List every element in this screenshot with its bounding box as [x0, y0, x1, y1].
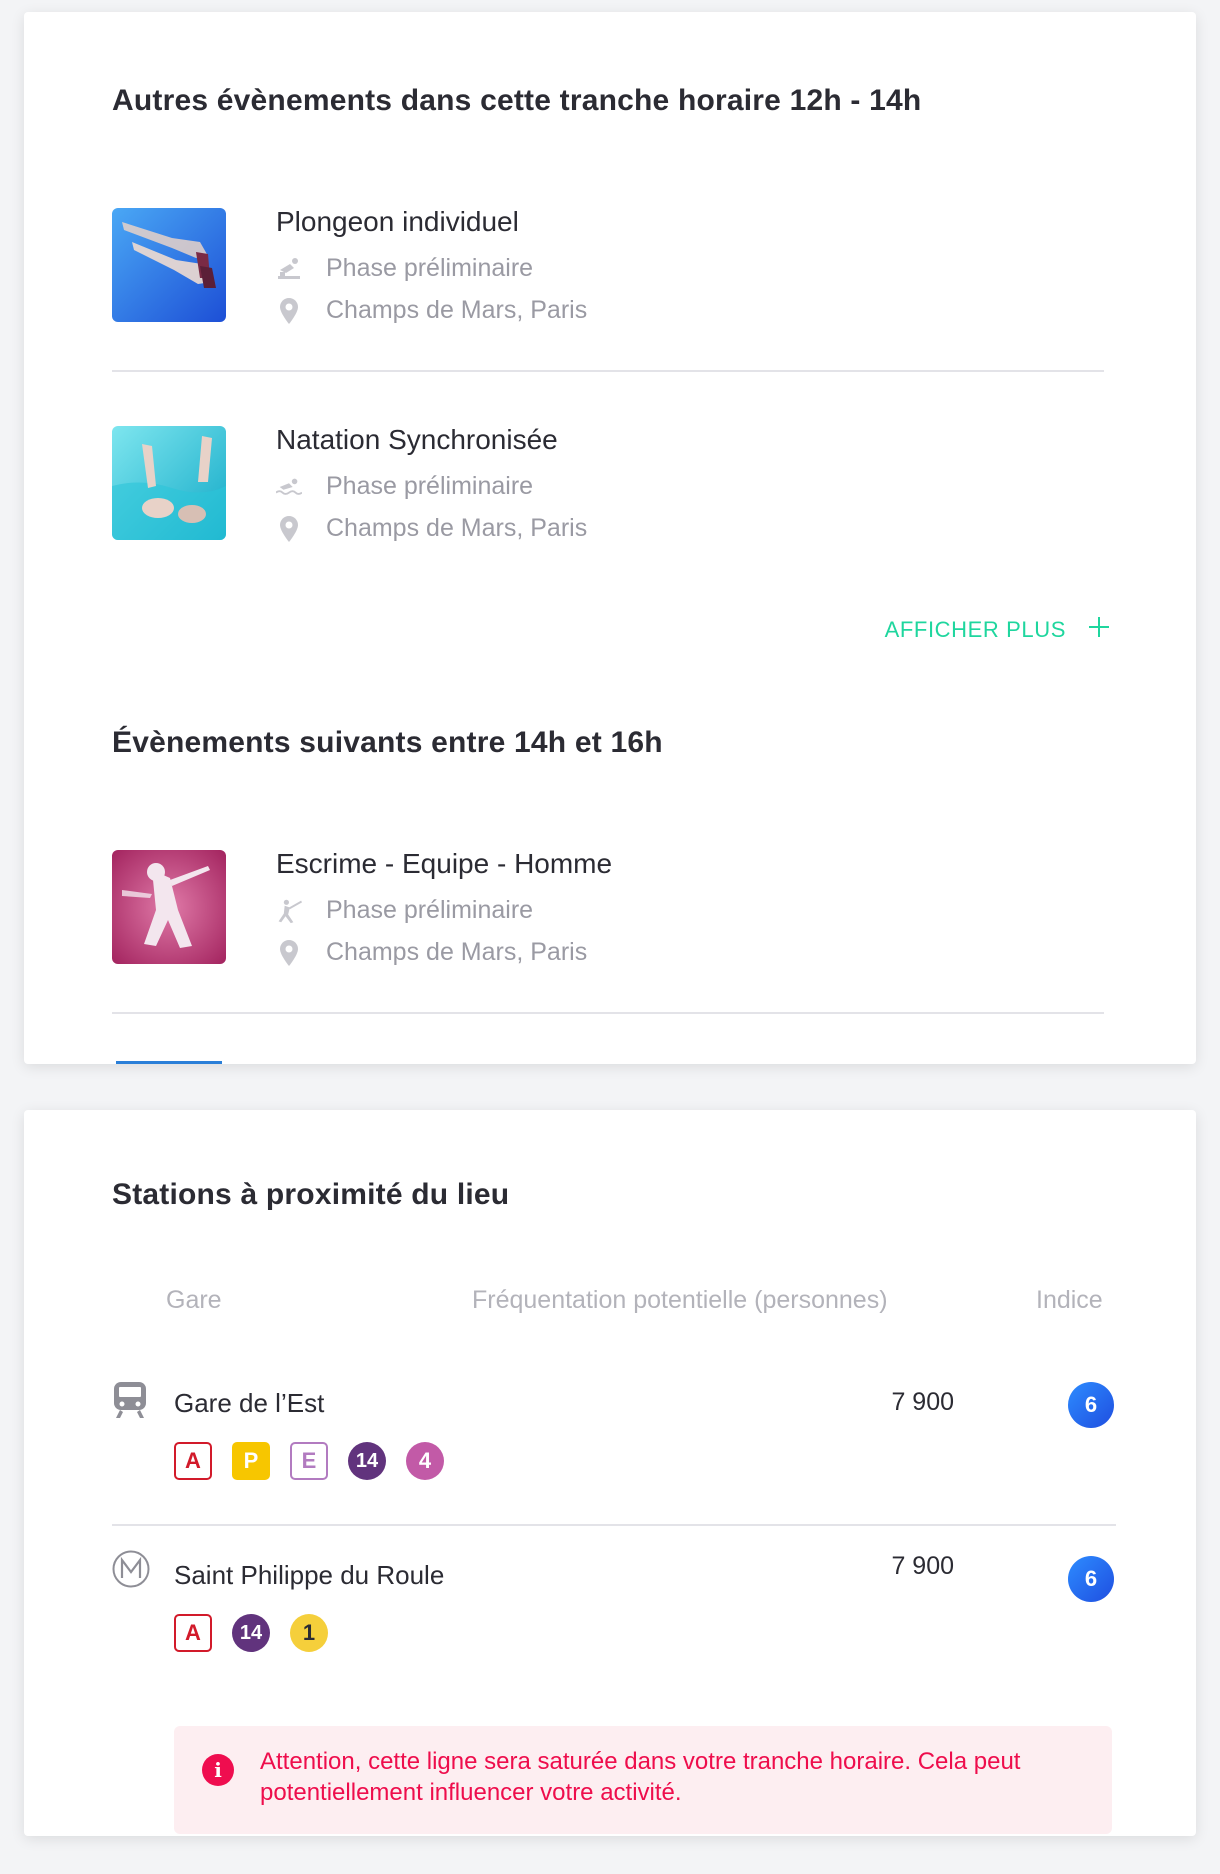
- line-badge-rer-e: E: [290, 1442, 328, 1480]
- station-lines: A 14 1: [174, 1614, 328, 1652]
- location-pin-icon: [276, 939, 302, 967]
- column-header-index: Indice: [1036, 1286, 1103, 1314]
- event-thumbnail-synchronized-swimming: [112, 426, 226, 540]
- swimming-icon: [276, 473, 302, 501]
- show-more-label: AFFICHER PLUS: [884, 616, 1066, 642]
- line-badge-metro-14: 14: [348, 1442, 386, 1480]
- line-badge-metro-14: 14: [232, 1614, 270, 1652]
- line-badge-rer-a: A: [174, 1614, 212, 1652]
- saturation-alert: i Attention, cette ligne sera saturée da…: [174, 1726, 1112, 1834]
- station-attendance: 7 900: [891, 1552, 954, 1580]
- train-icon: [112, 1380, 148, 1425]
- event-location: Champs de Mars, Paris: [276, 938, 587, 967]
- event-item[interactable]: Plongeon individuel Phase préliminaire C…: [112, 206, 1102, 328]
- event-item[interactable]: Escrime - Equipe - Homme Phase prélimina…: [112, 848, 1102, 970]
- event-phase: Phase préliminaire: [276, 254, 533, 283]
- station-name: Gare de l’Est: [174, 1388, 325, 1418]
- event-thumbnail-diving: [112, 208, 226, 322]
- line-badge-transilien-p: P: [232, 1442, 270, 1480]
- event-location: Champs de Mars, Paris: [276, 296, 587, 325]
- fencing-icon: [276, 897, 302, 925]
- section-title-current-slot: Autres évènements dans cette tranche hor…: [112, 84, 922, 117]
- line-badge-metro-1: 1: [290, 1614, 328, 1652]
- info-alert-icon: i: [202, 1754, 234, 1786]
- divider: [112, 370, 1104, 372]
- station-attendance: 7 900: [891, 1388, 954, 1416]
- location-pin-icon: [276, 515, 302, 543]
- event-phase: Phase préliminaire: [276, 472, 533, 501]
- station-lines: A P E 14 4: [174, 1442, 444, 1480]
- events-card: Autres évènements dans cette tranche hor…: [24, 12, 1196, 1064]
- event-phase: Phase préliminaire: [276, 896, 533, 925]
- line-badge-metro-4: 4: [406, 1442, 444, 1480]
- event-location: Champs de Mars, Paris: [276, 514, 587, 543]
- station-index-badge: 6: [1068, 1382, 1114, 1428]
- plus-icon: [1088, 616, 1110, 643]
- divider: [112, 1524, 1116, 1526]
- event-title: Escrime - Equipe - Homme: [276, 848, 613, 879]
- station-index-badge: 6: [1068, 1556, 1114, 1602]
- divider: [112, 1012, 1104, 1014]
- scroll-indicator: [116, 1061, 222, 1064]
- event-title: Plongeon individuel: [276, 206, 519, 237]
- line-badge-rer-a: A: [174, 1442, 212, 1480]
- column-header-station: Gare: [166, 1286, 222, 1314]
- column-header-attendance: Fréquentation potentielle (personnes): [472, 1286, 888, 1314]
- event-item[interactable]: Natation Synchronisée Phase préliminaire…: [112, 424, 1102, 546]
- event-title: Natation Synchronisée: [276, 424, 558, 455]
- diving-icon: [276, 255, 302, 283]
- station-name: Saint Philippe du Roule: [174, 1560, 445, 1590]
- metro-icon: [112, 1550, 150, 1593]
- section-title-next-slot: Évènements suivants entre 14h et 16h: [112, 726, 663, 759]
- event-thumbnail-fencing: [112, 850, 226, 964]
- stations-card: Stations à proximité du lieu Gare Fréque…: [24, 1110, 1196, 1836]
- section-title-stations: Stations à proximité du lieu: [112, 1178, 510, 1211]
- show-more-button[interactable]: AFFICHER PLUS: [885, 616, 1110, 643]
- alert-message: Attention, cette ligne sera saturée dans…: [260, 1748, 1021, 1806]
- location-pin-icon: [276, 297, 302, 325]
